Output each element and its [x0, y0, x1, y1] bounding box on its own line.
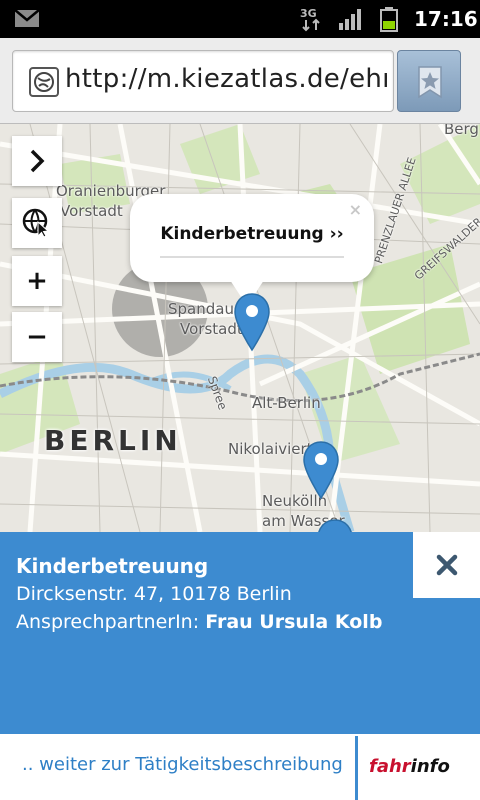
- 3g-data-icon: 3G: [300, 7, 320, 32]
- chevron-right-icon: [30, 149, 45, 173]
- zoom-in-button[interactable]: +: [12, 256, 62, 306]
- more-info-link[interactable]: .. weiter zur Tätigkeitsbeschreibung: [22, 754, 343, 775]
- bookmark-button[interactable]: [397, 50, 461, 112]
- map-popup: × Kinderbetreuung ››: [130, 194, 374, 306]
- fahrinfo-logo-black: info: [410, 756, 450, 777]
- close-icon: [436, 554, 457, 576]
- map-label-berg: Berg: [444, 124, 479, 138]
- star-icon: [418, 66, 442, 99]
- locate-button[interactable]: [12, 198, 62, 248]
- battery-icon: [380, 7, 398, 32]
- status-time: 17:16: [414, 7, 478, 31]
- footer: .. weiter zur Tätigkeitsbeschreibung fah…: [0, 734, 480, 800]
- status-bar: 3G 17:16: [0, 0, 480, 38]
- fahrinfo-logo-link[interactable]: fahrinfo: [369, 756, 450, 777]
- info-contact: AnsprechpartnerIn: Frau Ursula Kolb: [16, 611, 382, 633]
- map-label-vorstadt: Vorstadt: [60, 202, 123, 220]
- contact-label: AnsprechpartnerIn:: [16, 611, 200, 633]
- info-panel: Kinderbetreuung Dircksenstr. 47, 10178 B…: [0, 532, 480, 734]
- url-text: http://m.kiezatlas.de/ehr...: [65, 64, 387, 94]
- popup-title-link[interactable]: Kinderbetreuung ››: [130, 224, 374, 244]
- map-view[interactable]: Berg Oranienburger Vorstadt Spandauer Vo…: [0, 124, 480, 532]
- info-close-button[interactable]: [413, 532, 480, 598]
- globe-icon: [29, 67, 59, 97]
- globe-cursor-icon: [22, 208, 50, 238]
- map-marker-selected[interactable]: [233, 292, 271, 352]
- popup-divider: [160, 256, 344, 258]
- map-label-city: BERLIN: [44, 424, 182, 457]
- fahrinfo-logo-red: fahr: [369, 756, 411, 777]
- popup-close-button[interactable]: ×: [349, 200, 362, 219]
- map-label-alt-berlin: Alt-Berlin: [252, 394, 321, 412]
- signal-icon: [339, 9, 361, 30]
- map-marker[interactable]: [316, 518, 354, 532]
- svg-text:3G: 3G: [300, 7, 317, 20]
- info-address: Dircksenstr. 47, 10178 Berlin: [16, 583, 292, 605]
- zoom-out-button[interactable]: −: [12, 312, 62, 362]
- gmail-icon: [14, 9, 40, 27]
- contact-name: Frau Ursula Kolb: [205, 611, 383, 633]
- map-marker[interactable]: [302, 440, 340, 500]
- url-field[interactable]: http://m.kiezatlas.de/ehr...: [12, 50, 394, 112]
- browser-url-bar: http://m.kiezatlas.de/ehr...: [0, 38, 480, 124]
- expand-panel-button[interactable]: [12, 136, 62, 186]
- footer-divider: [355, 736, 358, 800]
- info-title: Kinderbetreuung: [16, 554, 209, 578]
